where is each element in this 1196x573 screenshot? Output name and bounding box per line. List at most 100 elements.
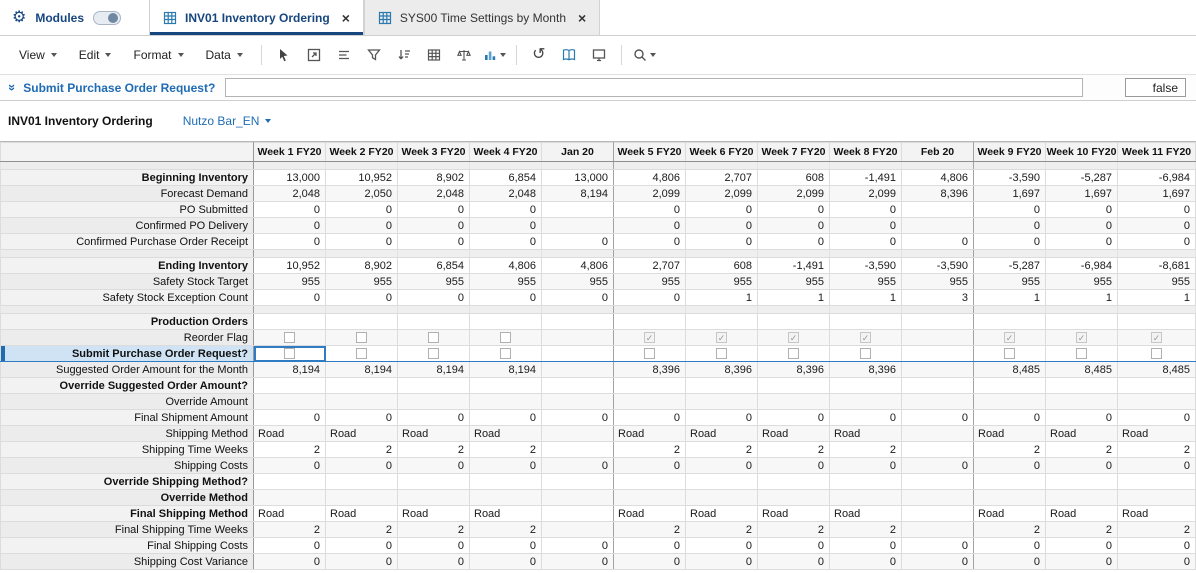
- grid-cell[interactable]: 1: [1117, 289, 1196, 306]
- grid-cell[interactable]: [829, 313, 902, 330]
- grid-cell[interactable]: [541, 329, 614, 346]
- grid-cell[interactable]: 0: [901, 233, 974, 250]
- grid-cell[interactable]: 0: [829, 409, 902, 426]
- grid-cell[interactable]: 0: [397, 217, 470, 234]
- checkbox[interactable]: [500, 332, 511, 344]
- grid-cell[interactable]: [253, 473, 326, 490]
- column-header[interactable]: Week 4 FY20: [469, 142, 542, 162]
- grid-cell[interactable]: [901, 521, 974, 538]
- grid-cell[interactable]: 1: [757, 289, 830, 306]
- grid-cell[interactable]: [757, 377, 830, 394]
- grid-cell[interactable]: 0: [541, 553, 614, 570]
- row-label[interactable]: Production Orders: [0, 313, 254, 330]
- grid-cell[interactable]: 2,099: [829, 185, 902, 202]
- grid-cell[interactable]: [325, 345, 398, 362]
- grid-cell[interactable]: [685, 377, 758, 394]
- grid-cell[interactable]: 0: [757, 233, 830, 250]
- grid-cell[interactable]: [973, 473, 1046, 490]
- grid-cell[interactable]: 0: [541, 409, 614, 426]
- grid-cell[interactable]: 2,099: [685, 185, 758, 202]
- grid-icon[interactable]: [421, 42, 447, 68]
- grid-cell[interactable]: 0: [253, 409, 326, 426]
- grid-cell[interactable]: 955: [397, 273, 470, 290]
- grid-cell[interactable]: [901, 441, 974, 458]
- grid-cell[interactable]: [901, 377, 974, 394]
- column-header[interactable]: Week 10 FY20: [1045, 142, 1118, 162]
- grid-cell[interactable]: 0: [541, 233, 614, 250]
- grid-cell[interactable]: 0: [973, 537, 1046, 554]
- grid-cell[interactable]: [325, 329, 398, 346]
- grid-cell[interactable]: 0: [613, 233, 686, 250]
- grid-cell[interactable]: [901, 489, 974, 506]
- grid-cell[interactable]: 0: [1117, 217, 1196, 234]
- grid-cell[interactable]: 0: [757, 217, 830, 234]
- grid-cell[interactable]: 0: [685, 201, 758, 218]
- grid-cell[interactable]: [1045, 377, 1118, 394]
- collapse-chevrons-icon[interactable]: »: [5, 84, 20, 91]
- grid-cell[interactable]: [541, 505, 614, 522]
- row-label[interactable]: Safety Stock Target: [0, 273, 254, 290]
- grid-cell[interactable]: 8,485: [1117, 361, 1196, 378]
- row-label[interactable]: Final Shipment Amount: [0, 409, 254, 426]
- grid-cell[interactable]: [613, 345, 686, 362]
- grid-cell[interactable]: [397, 489, 470, 506]
- grid-cell[interactable]: [613, 489, 686, 506]
- checkbox[interactable]: [1076, 348, 1087, 360]
- grid-cell[interactable]: 0: [829, 537, 902, 554]
- grid-cell[interactable]: 2: [469, 441, 542, 458]
- grid-cell[interactable]: 0: [1117, 553, 1196, 570]
- grid-cell[interactable]: [325, 377, 398, 394]
- grid-cell[interactable]: Road: [973, 505, 1046, 522]
- grid-cell[interactable]: 0: [1045, 201, 1118, 218]
- grid-cell[interactable]: Road: [325, 425, 398, 442]
- grid-cell[interactable]: 0: [685, 233, 758, 250]
- grid-cell[interactable]: 6,854: [469, 169, 542, 186]
- checkbox[interactable]: [356, 348, 367, 360]
- balance-icon[interactable]: [451, 42, 477, 68]
- menu-edit[interactable]: Edit: [68, 42, 123, 68]
- row-label[interactable]: Suggested Order Amount for the Month: [0, 361, 254, 378]
- grid-cell[interactable]: 8,396: [901, 185, 974, 202]
- column-header[interactable]: Feb 20: [901, 142, 974, 162]
- grid-cell[interactable]: -8,681: [1117, 257, 1196, 274]
- grid-cell[interactable]: 2,048: [469, 185, 542, 202]
- grid-cell[interactable]: [973, 489, 1046, 506]
- grid-cell[interactable]: [325, 473, 398, 490]
- grid-cell[interactable]: 4,806: [613, 169, 686, 186]
- grid-cell[interactable]: [541, 201, 614, 218]
- grid-cell[interactable]: 2: [757, 441, 830, 458]
- grid-cell[interactable]: [253, 329, 326, 346]
- grid-cell[interactable]: [757, 313, 830, 330]
- pointer-icon[interactable]: [271, 42, 297, 68]
- grid-cell[interactable]: 955: [1045, 273, 1118, 290]
- grid-cell[interactable]: -6,984: [1117, 169, 1196, 186]
- grid-cell[interactable]: [901, 361, 974, 378]
- grid-cell[interactable]: [541, 217, 614, 234]
- grid-cell[interactable]: 8,194: [469, 361, 542, 378]
- grid-cell[interactable]: 2,099: [613, 185, 686, 202]
- grid-cell[interactable]: 0: [757, 201, 830, 218]
- grid-cell[interactable]: [397, 329, 470, 346]
- grid-cell[interactable]: [829, 393, 902, 410]
- grid-cell[interactable]: 2,048: [253, 185, 326, 202]
- grid-cell[interactable]: -5,287: [973, 257, 1046, 274]
- grid-cell[interactable]: 0: [1117, 457, 1196, 474]
- grid-cell[interactable]: 0: [757, 409, 830, 426]
- grid-cell[interactable]: [973, 377, 1046, 394]
- grid-cell[interactable]: Road: [757, 425, 830, 442]
- grid-cell[interactable]: 2,050: [325, 185, 398, 202]
- grid-cell[interactable]: 0: [973, 553, 1046, 570]
- grid-cell[interactable]: 0: [973, 409, 1046, 426]
- grid-cell[interactable]: 4,806: [901, 169, 974, 186]
- grid-cell[interactable]: [469, 345, 542, 362]
- grid-cell[interactable]: [901, 505, 974, 522]
- grid-cell[interactable]: 8,396: [829, 361, 902, 378]
- monitor-icon[interactable]: [586, 42, 612, 68]
- undo-icon[interactable]: ↺: [526, 42, 552, 68]
- grid-cell[interactable]: [541, 377, 614, 394]
- grid-cell[interactable]: 0: [1117, 233, 1196, 250]
- grid-cell[interactable]: 8,902: [325, 257, 398, 274]
- grid-cell[interactable]: 0: [469, 217, 542, 234]
- grid-cell[interactable]: 955: [901, 273, 974, 290]
- grid-cell[interactable]: 0: [469, 409, 542, 426]
